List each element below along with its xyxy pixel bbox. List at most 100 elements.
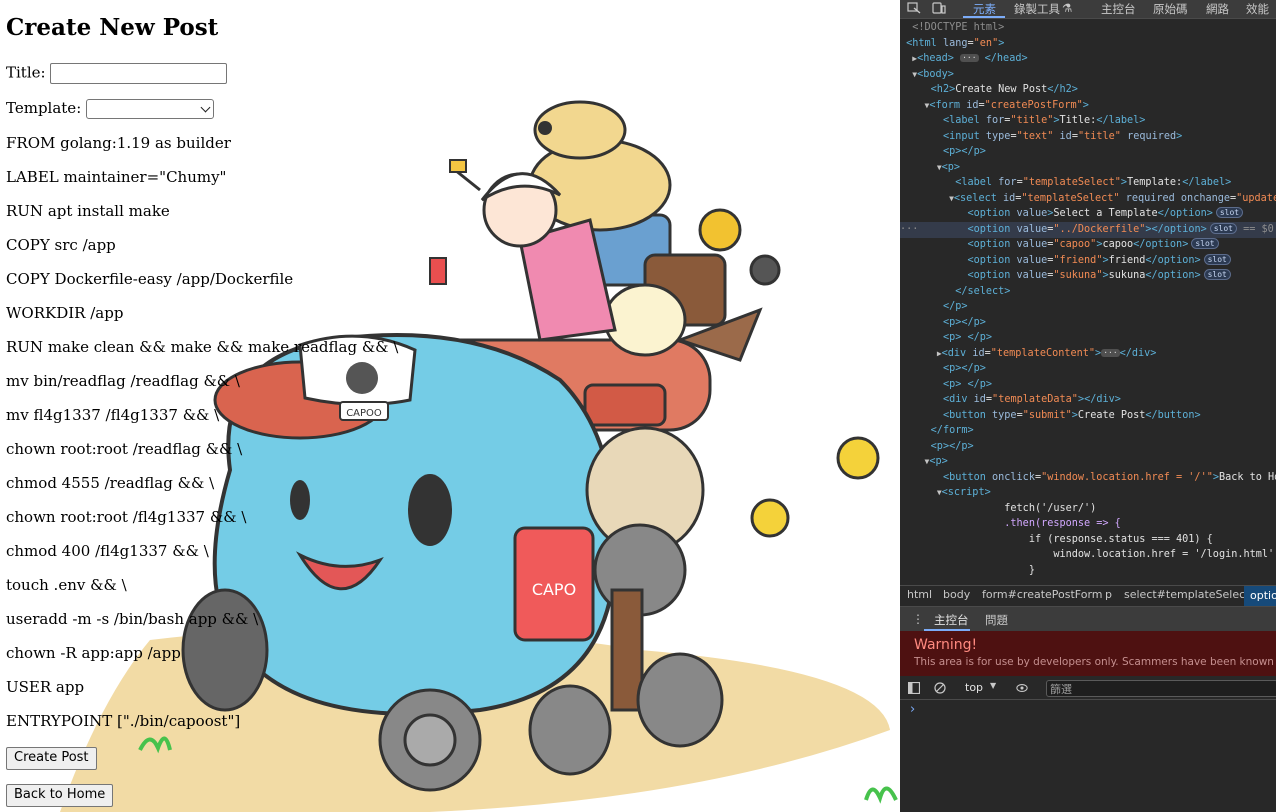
tab-console[interactable]: 主控台	[1101, 1, 1136, 17]
console-prompt-icon[interactable]: ›	[910, 702, 915, 717]
dom-line[interactable]: <label for="title">Title:</label>	[900, 113, 1276, 129]
dom-line[interactable]: <button type="submit">Create Post</butto…	[900, 408, 1276, 424]
sidebar-toggle-icon[interactable]	[908, 682, 920, 694]
tab-performance[interactable]: 效能	[1246, 1, 1269, 17]
dom-line[interactable]: fetch('/user/')	[900, 501, 1276, 517]
dom-line[interactable]: ▼<select id="templateSelect" required on…	[900, 191, 1276, 207]
dom-line[interactable]: ▼<p>	[900, 454, 1276, 470]
template-select[interactable]	[86, 99, 215, 119]
slot-badge[interactable]: slot	[1215, 207, 1244, 218]
template-line: useradd -m -s /bin/bash app && \	[6, 610, 259, 628]
template-row: Template:	[6, 99, 215, 119]
dom-line-selected[interactable]: ··· <option value="../Dockerfile"></opti…	[900, 222, 1276, 238]
dom-line[interactable]: <p></p>	[900, 439, 1276, 455]
dom-line[interactable]: <button onclick="window.location.href = …	[900, 470, 1276, 486]
dom-line[interactable]: <label for="templateSelect">Template:</l…	[900, 175, 1276, 191]
slot-badge[interactable]: slot	[1203, 269, 1231, 280]
breadcrumb-form[interactable]: form#createPostForm	[982, 588, 1103, 601]
create-post-button[interactable]: Create Post	[6, 747, 97, 770]
breadcrumb-html[interactable]: html	[907, 588, 932, 601]
dom-line[interactable]: <option value="sukuna">sukuna</option> sl…	[900, 268, 1276, 284]
drawer-tab-bar: ⋮ 主控台 問題	[900, 606, 1276, 631]
console-warning-banner: Warning! This area is for use by develop…	[900, 631, 1276, 676]
back-to-home-button[interactable]: Back to Home	[6, 784, 114, 807]
dom-line[interactable]: <p></p>	[900, 315, 1276, 331]
dom-line[interactable]: window.location.href = '/login.html';	[900, 547, 1276, 563]
filter-placeholder: 篩選	[1050, 683, 1072, 696]
template-label: Template:	[6, 99, 82, 117]
dom-line[interactable]: ▶<div id="templateContent"> ··· </div>	[900, 346, 1276, 362]
breadcrumb: html body form#createPostForm p select#t…	[900, 585, 1276, 606]
context-dropdown-icon[interactable]: ▼	[990, 681, 996, 690]
dom-line[interactable]: <html lang="en">	[900, 36, 1276, 52]
dom-line[interactable]: <!DOCTYPE html>	[900, 20, 1276, 36]
warning-text: This area is for use by developers only.…	[914, 656, 1276, 668]
breadcrumb-select[interactable]: select#templateSelect	[1124, 588, 1250, 601]
chick-characters	[750, 436, 880, 538]
webpage: CAPOO CAPO Create New Post Title: Templa…	[0, 0, 900, 812]
breadcrumb-body[interactable]: body	[943, 588, 970, 601]
dom-line[interactable]: <p></p>	[900, 361, 1276, 377]
dom-line[interactable]: <option value="friend">friend</option> sl…	[900, 253, 1276, 269]
active-tab-indicator	[963, 16, 1005, 18]
elements-dom-tree: <!DOCTYPE html> <html lang="en"> ▶<head>…	[900, 20, 1276, 582]
slot-badge[interactable]: slot	[1209, 223, 1237, 234]
template-line: touch .env && \	[6, 576, 127, 594]
live-expression-eye-icon[interactable]	[1016, 682, 1028, 694]
template-line: chown root:root /fl4g1337 && \	[6, 508, 247, 526]
more-options-icon[interactable]: ⋮	[912, 613, 924, 625]
tab-network[interactable]: 網路	[1206, 1, 1229, 17]
slot-badge[interactable]: slot	[1203, 254, 1231, 265]
dom-line[interactable]: <p></p>	[900, 144, 1276, 160]
dom-line[interactable]: <h2>Create New Post</h2>	[900, 82, 1276, 98]
title-input[interactable]	[50, 63, 228, 84]
context-selector[interactable]: top	[965, 681, 983, 694]
dom-line[interactable]: ▶<head> ··· </head>	[900, 51, 1276, 67]
chevron-down-icon	[200, 102, 211, 113]
tab-sources[interactable]: 原始碼	[1153, 1, 1188, 17]
clear-console-icon[interactable]	[934, 682, 946, 694]
template-line: chown root:root /readflag && \	[6, 440, 243, 458]
device-toolbar-icon[interactable]	[932, 2, 946, 14]
template-line: COPY Dockerfile-easy /app/Dockerfile	[6, 270, 294, 288]
template-line: USER app	[6, 678, 85, 696]
warning-title: Warning!	[914, 637, 978, 653]
template-line: COPY src /app	[6, 236, 116, 254]
breadcrumb-p[interactable]: p	[1105, 588, 1112, 601]
dom-line[interactable]: <option value>Select a Template</option>…	[900, 206, 1276, 222]
dom-line[interactable]: ▼<form id="createPostForm">	[900, 98, 1276, 114]
dom-line[interactable]: if (response.status === 401) {	[900, 532, 1276, 548]
dom-line[interactable]: ▼<body>	[900, 67, 1276, 83]
tab-elements[interactable]: 元素	[973, 1, 996, 17]
inspect-element-icon[interactable]	[907, 2, 921, 14]
dom-line[interactable]: </select>	[900, 284, 1276, 300]
tab-recorder[interactable]: 錄製工具	[1014, 1, 1060, 17]
slot-badge[interactable]: slot	[1191, 238, 1219, 249]
template-line: chmod 4555 /readflag && \	[6, 474, 215, 492]
dom-line[interactable]: .then(response => {	[900, 516, 1276, 532]
dom-line[interactable]: </p>	[900, 299, 1276, 315]
drawer-tab-console[interactable]: 主控台	[934, 612, 969, 628]
dom-line[interactable]: <div id="templateData"></div>	[900, 392, 1276, 408]
dom-line[interactable]: <p> </p>	[900, 377, 1276, 393]
hat-label: CAPOO	[346, 408, 382, 419]
title-row: Title:	[6, 63, 228, 84]
template-line: chmod 400 /fl4g1337 && \	[6, 542, 209, 560]
dom-line[interactable]: ▼<script>	[900, 485, 1276, 501]
template-line: ENTRYPOINT ["./bin/capoost"]	[6, 712, 241, 730]
dom-line[interactable]: ▼<p>	[900, 160, 1276, 176]
template-line: LABEL maintainer="Chumy"	[6, 168, 227, 186]
dom-line[interactable]: <p> </p>	[900, 330, 1276, 346]
dom-line[interactable]: <option value="capoo">capoo</option> slot	[900, 237, 1276, 253]
devtools-tab-bar: 元素 錄製工具 ⚗ 主控台 原始碼 網路 效能	[900, 0, 1276, 19]
dom-line[interactable]: </form>	[900, 423, 1276, 439]
grass-tuft-right	[864, 786, 898, 804]
console-filter-input[interactable]: 篩選	[1046, 680, 1276, 697]
template-line: RUN apt install make	[6, 202, 170, 220]
recorder-flask-icon: ⚗	[1062, 1, 1073, 15]
can-label: CAPO	[532, 580, 576, 599]
breadcrumb-option[interactable]: optio	[1244, 586, 1276, 606]
dom-line[interactable]: <input type="text" id="title" required>	[900, 129, 1276, 145]
drawer-tab-issues[interactable]: 問題	[985, 612, 1008, 628]
dom-line[interactable]: }	[900, 563, 1276, 579]
